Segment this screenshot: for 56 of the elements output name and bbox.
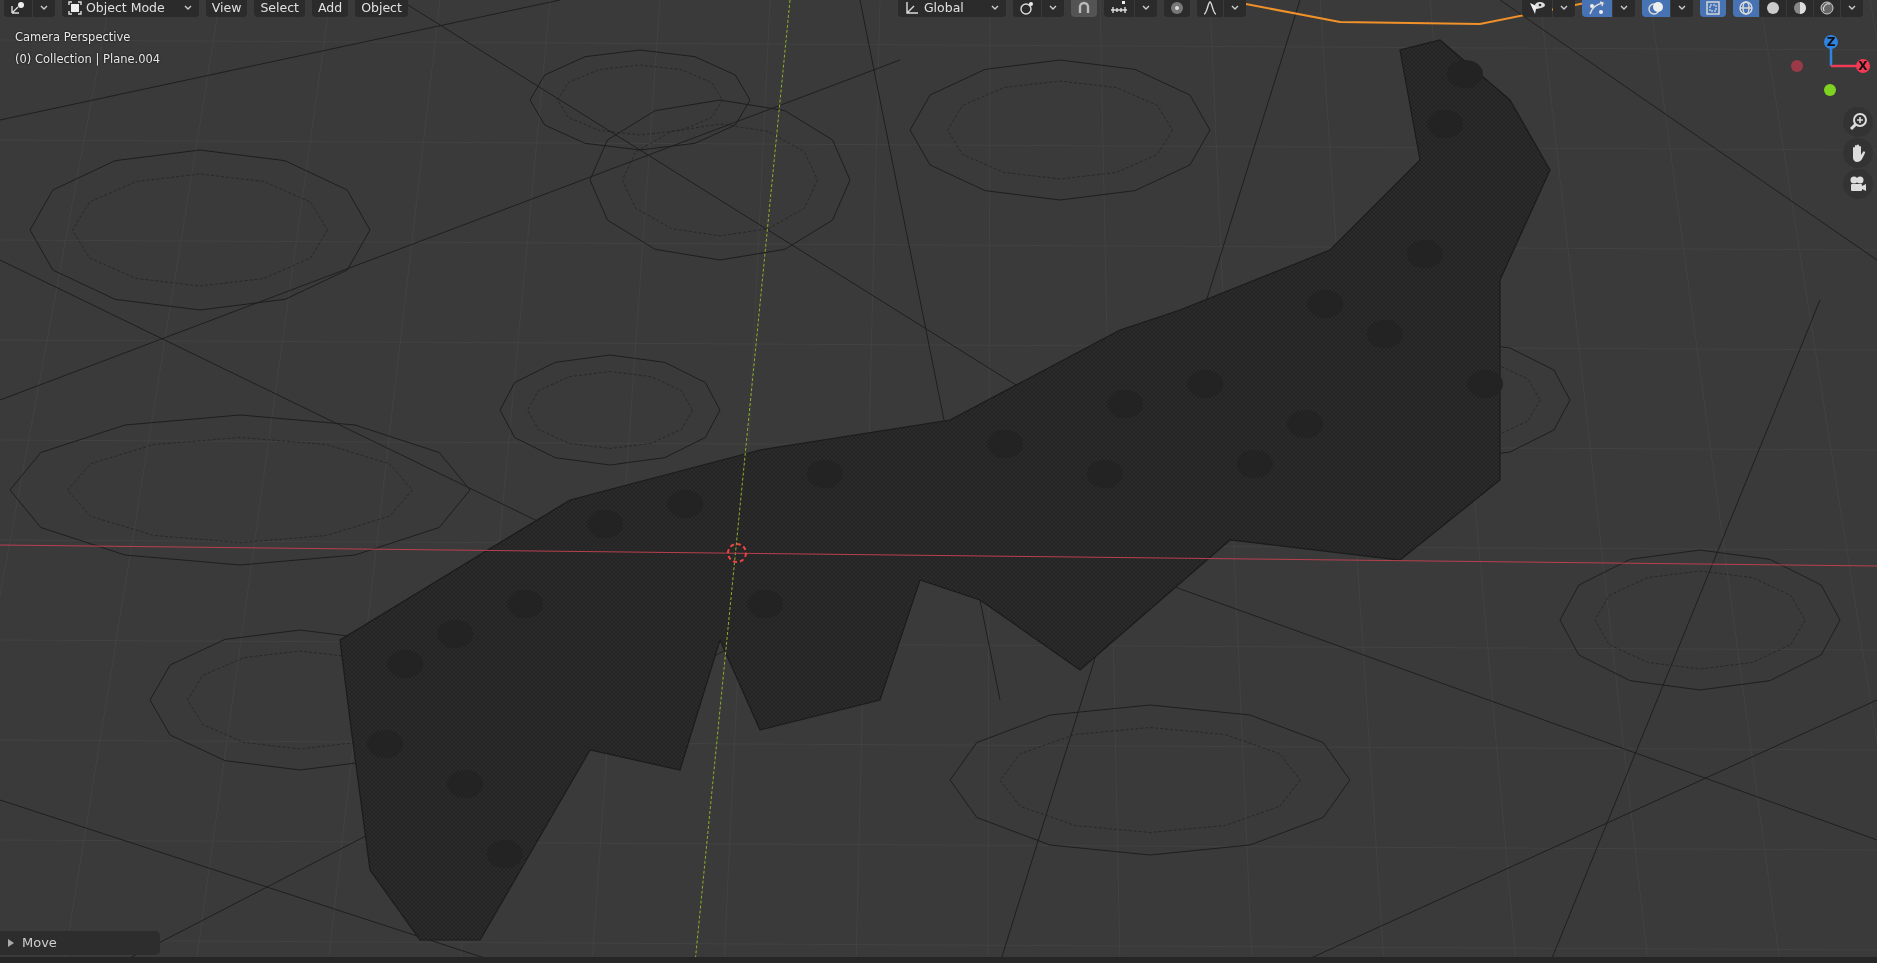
material-shading-icon: [1793, 1, 1807, 15]
rendered-shading-icon: [1820, 1, 1834, 15]
viewport-info-text: (0) Collection | Plane.004: [15, 51, 161, 68]
wireframe-shading-icon: [1739, 1, 1753, 15]
gizmo-icon: [1588, 1, 1606, 15]
xray-square-icon: [1706, 1, 1720, 15]
falloff-curve-button[interactable]: [1196, 0, 1223, 17]
overlay-circles-button[interactable]: [1642, 0, 1670, 17]
orientation-dropdown[interactable]: Global: [897, 0, 1006, 17]
increment-icon: [1109, 1, 1128, 15]
dropdown-button[interactable]: [33, 0, 55, 17]
chevron-icon: [1229, 4, 1240, 12]
chevron-icon: [1047, 4, 1058, 12]
pivot-button[interactable]: [1012, 0, 1041, 17]
dropdown-button[interactable]: [1041, 0, 1064, 17]
solid-shading-button[interactable]: [1760, 0, 1786, 17]
chevron-icon: [1677, 4, 1687, 12]
increment-button[interactable]: [1103, 0, 1134, 17]
menu-item[interactable]: Add: [312, 0, 349, 17]
editor-type-button[interactable]: [4, 0, 32, 17]
object-mode-icon: [68, 1, 82, 15]
wireframe-shading-button[interactable]: [1733, 0, 1759, 17]
dropdown-button[interactable]: [1553, 0, 1575, 17]
eye-cursor-icon: [1528, 1, 1546, 15]
viewport-info-text: Camera Perspective: [15, 29, 132, 46]
chevron-icon: [1847, 4, 1857, 12]
material-shading-button[interactable]: [1787, 0, 1813, 17]
chevron-icon: [1559, 4, 1569, 12]
pivot-icon: [1018, 1, 1035, 15]
editor-type-icon: [10, 1, 26, 15]
chevron-icon: [1619, 4, 1629, 12]
eye-cursor-button[interactable]: [1522, 0, 1552, 17]
last-operator-panel[interactable]: Move: [0, 931, 160, 955]
proportional-button[interactable]: [1163, 0, 1190, 17]
xray-square-button[interactable]: [1700, 0, 1726, 17]
chevron-icon: [39, 4, 49, 12]
proportional-icon: [1169, 1, 1184, 15]
dropdown-button[interactable]: [1134, 0, 1157, 17]
menu-item[interactable]: Select: [254, 0, 305, 17]
magnet-icon: [1076, 1, 1091, 15]
overlay-circles-icon: [1648, 1, 1664, 15]
solid-shading-icon: [1766, 1, 1780, 15]
chevron-icon: [1140, 4, 1151, 12]
dropdown-button[interactable]: [1613, 0, 1635, 17]
menu-item[interactable]: Object: [355, 0, 408, 17]
falloff-curve-icon: [1202, 1, 1217, 15]
magnet-button[interactable]: [1070, 0, 1097, 17]
gizmo-button[interactable]: [1582, 0, 1612, 17]
menu-item[interactable]: View: [205, 0, 248, 17]
navigation-gizmo[interactable]: Z X: [1785, 30, 1875, 102]
axes-icon: [903, 1, 920, 15]
dropdown-button[interactable]: [1671, 0, 1693, 17]
rendered-shading-button[interactable]: [1814, 0, 1840, 17]
dropdown-button[interactable]: [1841, 0, 1863, 17]
dropdown-button[interactable]: [1223, 0, 1246, 17]
mode-dropdown[interactable]: Object Mode: [62, 0, 199, 17]
